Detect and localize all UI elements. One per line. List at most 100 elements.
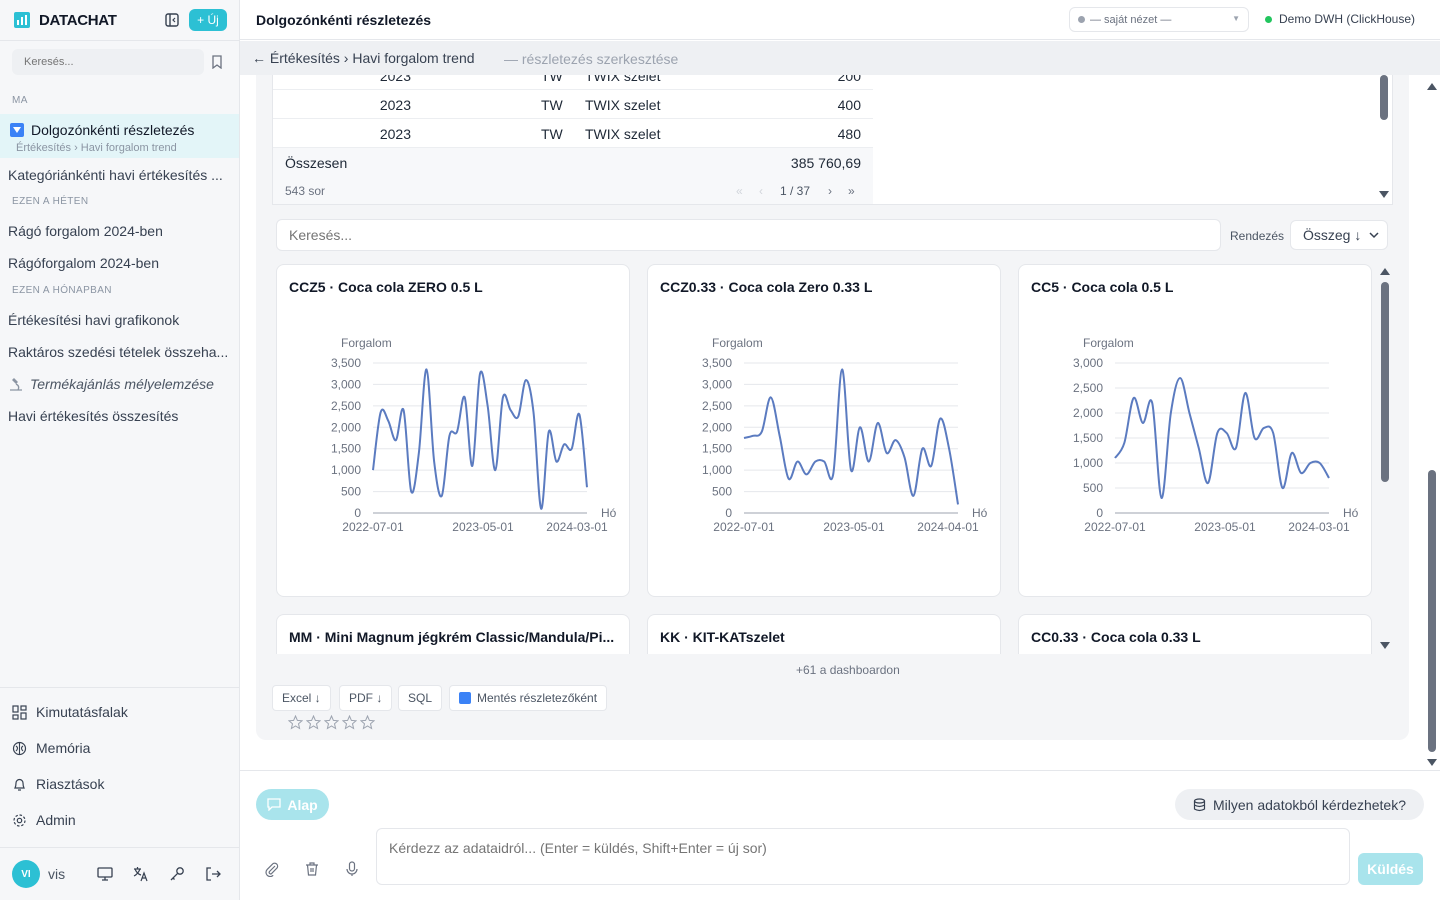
connection-status[interactable]: Demo DWH (ClickHouse) [1265,12,1415,26]
sidebar-item[interactable]: Havi értékesítés összesítés [8,408,234,424]
nav-label: Admin [36,812,76,828]
chart-card-title: MM · Mini Magnum jégkrém Classic/Mandula… [289,629,615,645]
cards-search-input[interactable] [276,219,1221,251]
y-tick-label: 2,000 [331,420,361,434]
sidebar: DATACHAT + Új MA Dolgozónkénti részletez… [0,0,240,900]
sidebar-item[interactable]: Rágóforgalom 2024-ben [8,255,234,271]
active-item-title: Dolgozónkénti részletezés [31,122,195,138]
star-icon[interactable] [288,715,303,730]
cell-name: TWIX szelet [585,97,661,113]
chart-card[interactable]: CCZ0.33 · Coca cola Zero 0.33 L Forgalom… [647,264,1001,597]
table-row: 2023 TW TWIX szelet 200 [273,75,873,90]
divider [0,847,240,848]
table-row: 2023 TW TWIX szelet 480 [273,119,873,148]
chart-card[interactable]: CC5 · Coca cola 0.5 L Forgalom 0 500 1,000 1… [1018,264,1372,597]
monitor-icon[interactable] [96,865,114,883]
table-scrollbar[interactable] [1376,75,1392,203]
microphone-icon[interactable] [344,861,360,880]
more-on-dashboard[interactable]: +61 a dashboardon [796,663,900,677]
scroll-down-icon[interactable] [1427,759,1437,767]
chart-card[interactable]: CC0.33 · Coca cola 0.33 L [1018,614,1372,654]
pager-next[interactable]: › [828,184,832,198]
scroll-thumb[interactable] [1380,75,1388,120]
y-tick-label: 2,000 [1073,406,1103,420]
star-icon[interactable] [306,715,321,730]
scroll-thumb[interactable] [1428,470,1436,752]
sort-select[interactable]: Összeg ↓ [1290,220,1388,250]
page-scrollbar[interactable] [1424,75,1440,770]
y-tick-label: 2,500 [702,399,732,413]
breadcrumb-sub: — részletezés szerkesztése [504,51,679,67]
y-tick-label: 1,000 [1073,456,1103,470]
scroll-down-icon[interactable] [1380,642,1390,650]
section-today: MA [12,95,28,106]
save-as-drilldown-button[interactable]: Mentés részletezőként [449,685,608,711]
chart-card[interactable]: CCZ5 · Coca cola ZERO 0.5 L Forgalom 0 500… [276,264,630,597]
logo[interactable]: DATACHAT + Új [14,8,228,32]
nav-label: Riasztások [36,776,105,792]
cards-scrollbar[interactable] [1377,264,1393,654]
x-tick-label: 2022-07-01 [713,520,775,534]
cell-value: 400 [837,97,861,113]
data-sources-button[interactable]: Milyen adatokból kérdezhetek? [1175,789,1424,820]
breadcrumb-back-link[interactable]: ← Értékesítés › Havi forgalom trend [252,50,475,66]
new-chat-button[interactable]: + Új [189,9,227,31]
sidebar-item[interactable]: Raktáros szedési tételek összeha... [8,344,234,360]
cell-value: 200 [837,75,861,84]
table-footer: 543 sor « ‹ 1 / 37 › » [273,176,873,204]
y-tick-label: 500 [712,485,732,499]
scroll-up-icon[interactable] [1427,83,1437,91]
chart-card[interactable]: KK · KIT-KATszelet [647,614,1001,654]
x-tick-label: 2024-04-01 [917,520,979,534]
pager-last[interactable]: » [848,184,855,198]
scroll-thumb[interactable] [1381,282,1389,482]
paperclip-icon[interactable] [264,861,280,880]
translate-icon[interactable] [132,865,150,883]
logout-icon[interactable] [204,865,222,883]
bookmark-icon[interactable] [211,55,223,72]
trash-icon[interactable] [304,861,320,880]
grid-icon [12,704,27,720]
star-icon[interactable] [342,715,357,730]
sidebar-item[interactable]: Kategóriánkénti havi értékesítés ... [8,167,234,183]
pager-prev[interactable]: ‹ [759,184,763,198]
scroll-up-icon[interactable] [1380,268,1390,276]
sidebar-item-analysis[interactable]: Termékajánlás mélyelemzése [8,376,234,392]
nav-memory[interactable]: Memória [12,740,90,756]
show-sql-button[interactable]: SQL [398,685,443,711]
y-tick-label: 1,000 [702,463,732,477]
sidebar-item[interactable]: Értékesítési havi grafikonok [8,312,234,328]
y-tick-label: 3,500 [331,356,361,370]
divider [0,687,240,688]
section-this-week: EZEN A HÉTEN [12,196,89,207]
user-row: VI vis [12,860,232,888]
star-icon[interactable] [360,715,375,730]
view-select[interactable]: — saját nézet — ▼ [1069,7,1249,32]
pager-first[interactable]: « [736,184,743,198]
sidebar-search-input[interactable] [12,49,204,75]
sidebar-item-active[interactable]: Dolgozónkénti részletezés Értékesítés › … [0,114,239,158]
key-icon[interactable] [168,865,186,883]
series-line [743,368,959,505]
y-tick-label: 2,500 [331,399,361,413]
star-icon[interactable] [324,715,339,730]
chart-card[interactable]: MM · Mini Magnum jégkrém Classic/Mandula… [276,614,630,654]
collapse-sidebar-icon[interactable] [162,10,182,30]
cell-year: 2023 [379,126,411,142]
nav-admin[interactable]: Admin [12,812,76,828]
nav-alerts[interactable]: Riasztások [12,776,104,792]
x-axis-label: Hó [601,506,617,520]
sidebar-item[interactable]: Rágó forgalom 2024-ben [8,223,234,239]
cell-code: TW [541,75,563,84]
bell-icon [14,778,25,791]
scroll-down-icon[interactable] [1379,191,1389,199]
view-select-value: — saját nézet — [1090,13,1172,26]
chat-input[interactable] [376,828,1350,885]
avatar[interactable]: VI [12,860,40,888]
filter-icon [459,692,471,704]
export-excel-button[interactable]: Excel ↓ [272,685,331,711]
nav-dashboards[interactable]: Kimutatásfalak [12,704,128,720]
mode-toggle-button[interactable]: Alap [256,789,329,820]
send-button[interactable]: Küldés [1358,853,1423,885]
export-pdf-button[interactable]: PDF ↓ [339,685,393,711]
